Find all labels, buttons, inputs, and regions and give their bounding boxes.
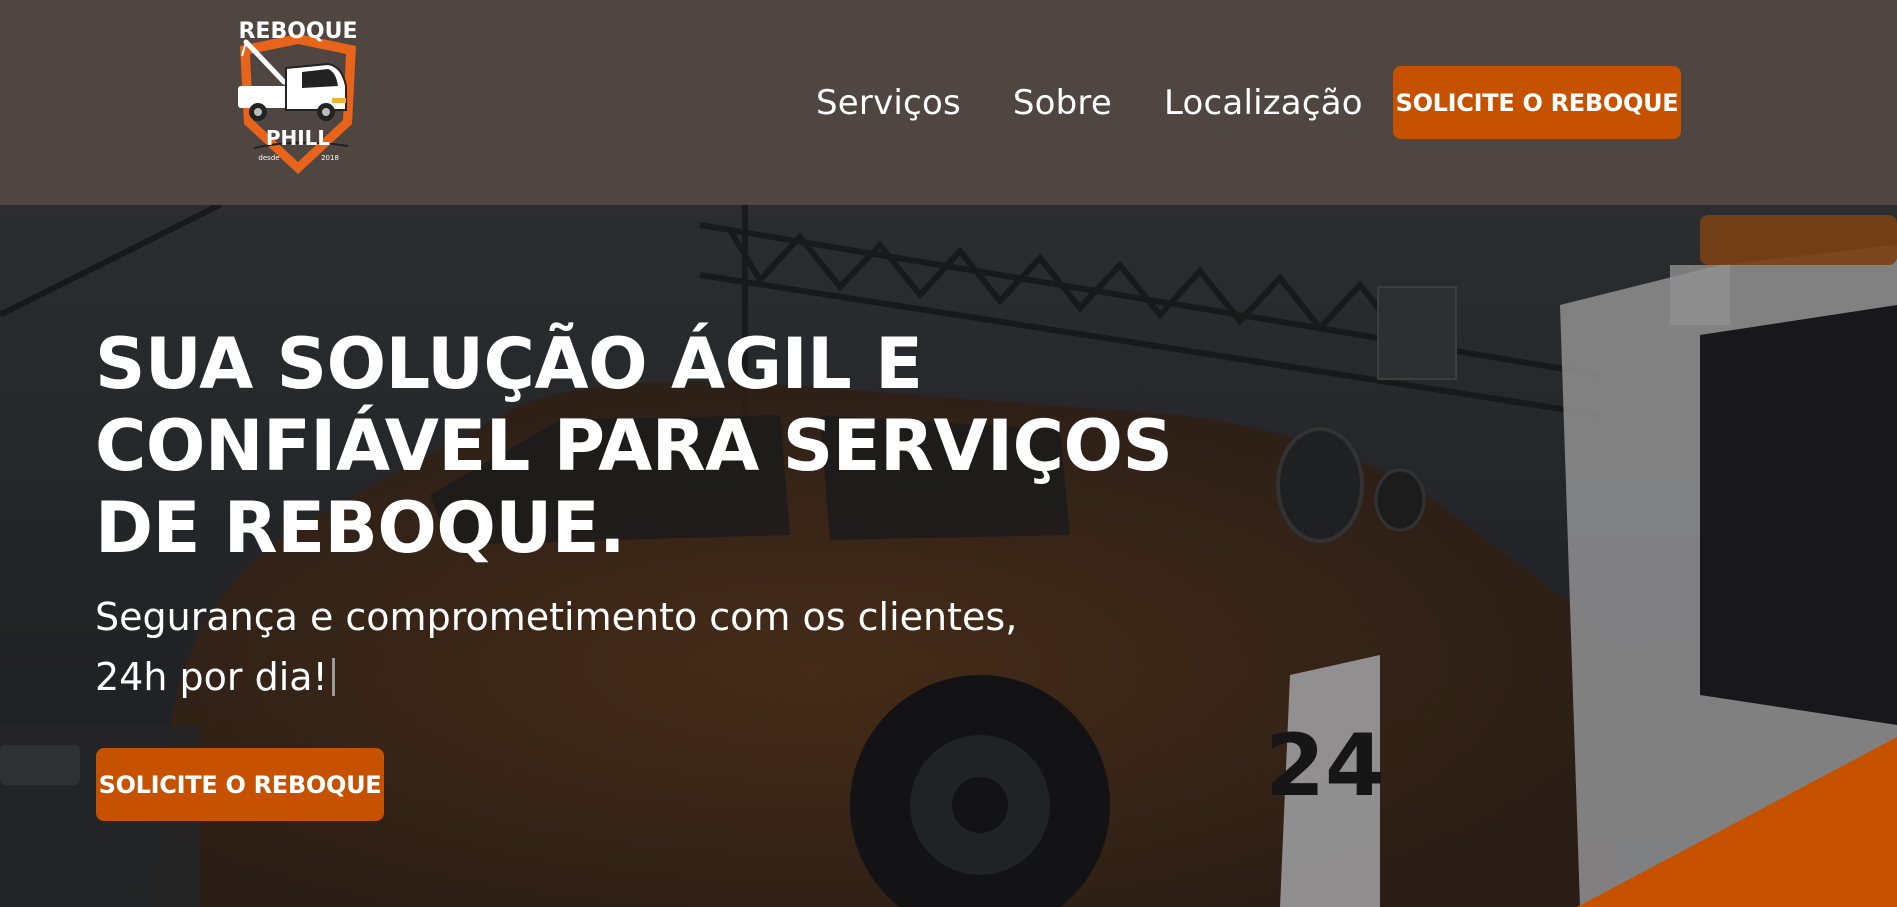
header-request-tow-button[interactable]: SOLICITE O REBOQUE <box>1393 66 1681 139</box>
hero-subtitle-line-2-text: 24h por dia! <box>95 655 328 699</box>
nav-link-localizacao[interactable]: Localização <box>1164 83 1363 123</box>
typing-caret <box>331 658 335 696</box>
orange-corner-accent <box>1577 737 1897 907</box>
hero-title-line-3: DE REBOQUE. <box>95 487 626 569</box>
logo-bottom-text: PHILL <box>266 126 331 150</box>
logo-since-year: 2018 <box>321 154 339 162</box>
hero-title-line-1: SUA SOLUÇÃO ÁGIL E <box>95 323 923 405</box>
logo-top-text: REBOQUE <box>238 19 357 44</box>
reboque-phill-logo[interactable]: REBOQUE PHILL desde 2018 <box>224 12 372 178</box>
logo-since-label: desde <box>258 154 279 162</box>
nav-link-servicos[interactable]: Serviços <box>816 83 961 123</box>
hero-section: 24 SUA SOLUÇÃO ÁGIL E CONFIÁVEL PARA SER… <box>0 205 1897 907</box>
site-header: REBOQUE PHILL desde 2018 Serviços Sobre … <box>0 0 1897 205</box>
hero-title-line-2: CONFIÁVEL PARA SERVIÇOS <box>95 405 1173 487</box>
hero-request-tow-button[interactable]: SOLICITE O REBOQUE <box>96 748 384 821</box>
hero-subtitle: Segurança e comprometimento com os clien… <box>95 587 1095 707</box>
nav-link-sobre[interactable]: Sobre <box>1013 83 1112 123</box>
hero-title: SUA SOLUÇÃO ÁGIL E CONFIÁVEL PARA SERVIÇ… <box>95 323 1195 569</box>
hero-subtitle-line-1: Segurança e comprometimento com os clien… <box>95 595 1018 639</box>
hero-subtitle-line-2: 24h por dia! <box>95 647 1095 707</box>
main-nav: Serviços Sobre Localização <box>816 68 1415 138</box>
